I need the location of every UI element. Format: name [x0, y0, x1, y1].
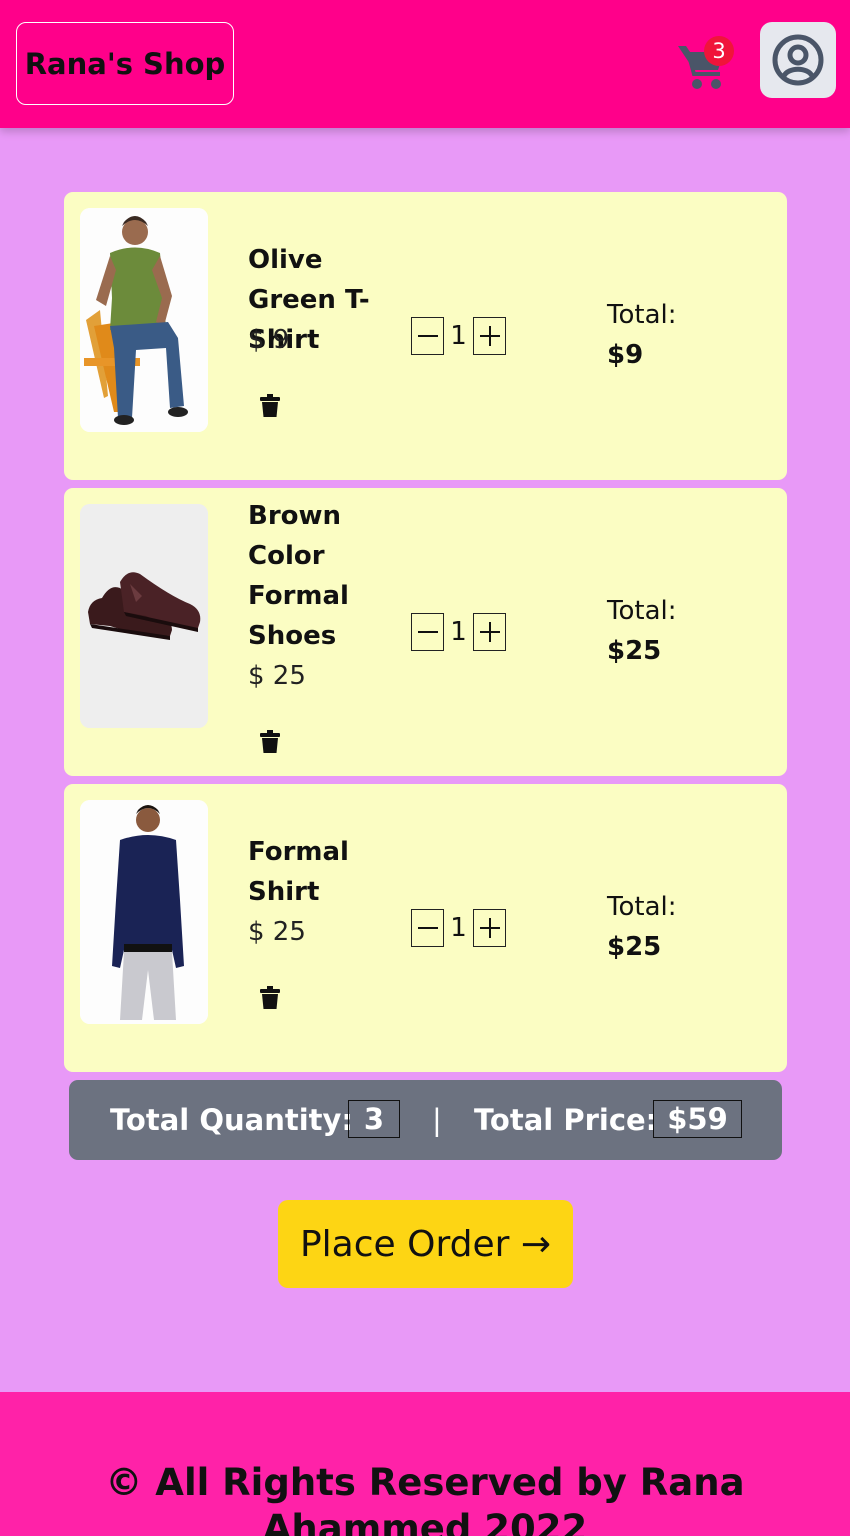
plus-icon	[479, 918, 500, 938]
product-price: $ 25	[248, 917, 306, 947]
quantity-value: 1	[450, 913, 467, 943]
quantity-stepper: 1	[411, 908, 506, 948]
total-quantity-label: Total Quantity:	[110, 1103, 354, 1137]
minus-icon	[417, 335, 438, 337]
product-price: $ 25	[248, 661, 306, 691]
product-name: Formal Shirt	[248, 837, 349, 907]
item-total-label: Total:	[607, 892, 677, 922]
product-name: Brown Color Formal Shoes	[248, 501, 349, 651]
total-price-label: Total Price:	[474, 1103, 658, 1137]
user-circle-icon	[772, 34, 824, 86]
trash-icon[interactable]	[260, 730, 280, 754]
cart-count-badge: 3	[704, 36, 734, 66]
minus-icon	[417, 631, 438, 633]
cart-item-card: Formal Shirt $ 25 1 Total: $25	[64, 784, 787, 1072]
decrease-quantity-button[interactable]	[411, 909, 444, 947]
product-price: $ 9	[248, 325, 290, 355]
increase-quantity-button[interactable]	[473, 317, 506, 355]
item-total-value: $25	[607, 636, 662, 666]
increase-quantity-button[interactable]	[473, 909, 506, 947]
increase-quantity-button[interactable]	[473, 613, 506, 651]
plus-icon	[479, 622, 500, 642]
cart-item-card: Brown Color Formal Shoes $ 25 1 Total: $…	[64, 488, 787, 776]
quantity-stepper: 1	[411, 316, 506, 356]
cart-button[interactable]: 3	[676, 36, 734, 92]
cart-summary-bar: Total Quantity: 3 | Total Price: $59	[69, 1080, 782, 1160]
profile-button[interactable]	[760, 22, 836, 98]
cart-item-card: Olive Green T-Shirt $ 9 1 Total: $9	[64, 192, 787, 480]
item-total-value: $9	[607, 340, 644, 370]
plus-icon	[479, 326, 500, 346]
decrease-quantity-button[interactable]	[411, 317, 444, 355]
item-total-label: Total:	[607, 300, 677, 330]
footer: © All Rights Reserved by Rana Ahammed 20…	[0, 1392, 850, 1536]
minus-icon	[417, 927, 438, 929]
item-total-value: $25	[607, 932, 662, 962]
quantity-stepper: 1	[411, 612, 506, 652]
product-image	[80, 800, 208, 1024]
quantity-value: 1	[450, 321, 467, 351]
total-quantity-value: 3	[348, 1100, 400, 1138]
product-image	[80, 208, 208, 432]
brand-logo-link[interactable]: Rana's Shop	[16, 22, 234, 105]
quantity-value: 1	[450, 617, 467, 647]
item-total-label: Total:	[607, 596, 677, 626]
top-navbar: Rana's Shop 3	[0, 0, 850, 128]
trash-icon[interactable]	[260, 394, 280, 418]
decrease-quantity-button[interactable]	[411, 613, 444, 651]
trash-icon[interactable]	[260, 986, 280, 1010]
place-order-button[interactable]: Place Order →	[278, 1200, 573, 1288]
total-price-value: $59	[653, 1100, 742, 1138]
summary-separator: |	[432, 1103, 442, 1137]
copyright-text: © All Rights Reserved by Rana Ahammed 20…	[105, 1461, 745, 1536]
product-image	[80, 504, 208, 728]
